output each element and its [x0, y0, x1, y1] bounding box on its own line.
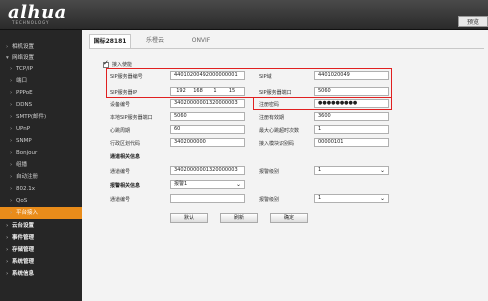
sidebar-item-15[interactable]: › 云台设置	[0, 220, 82, 232]
sidebar-item-label: SNMP	[16, 138, 32, 144]
top-bar: alhua TECHNOLOGY 预览	[0, 0, 488, 30]
main-panel: 国标28181 乐橙云 ONVIF 接入使能 SIP服务器编号 44010200…	[82, 30, 488, 301]
alarm-channel-field[interactable]	[170, 194, 245, 203]
industry-code-field[interactable]: 00000101	[314, 138, 389, 147]
tab-divider	[89, 48, 484, 49]
sidebar-item-label: 平台接入	[16, 210, 39, 216]
sidebar-item-2[interactable]: › TCP/IP	[0, 63, 82, 75]
max-timeout-label: 最大心跳超时次数	[259, 128, 300, 134]
alarm-select[interactable]: 报警1 ⌄	[170, 180, 245, 189]
sidebar-item-12[interactable]: › 802.1x	[0, 183, 82, 195]
sidebar-item-label: 存储管理	[12, 247, 35, 253]
sidebar-item-label: 系统管理	[12, 259, 35, 265]
sidebar-item-label: 组播	[16, 162, 28, 168]
sidebar-item-7[interactable]: › UPnP	[0, 123, 82, 135]
alarm-select-value: 报警1	[174, 181, 188, 187]
sidebar-item-label: 网络设置	[12, 55, 35, 61]
alarm-level-label: 报警级别	[259, 169, 280, 175]
alarm-section-title: 报警相关信息	[110, 183, 141, 189]
sidebar-item-label: 相机设置	[12, 44, 35, 50]
alarm-level-select[interactable]: 1 ⌄	[314, 166, 389, 175]
sidebar-item-4[interactable]: › PPPoE	[0, 87, 82, 99]
sidebar-item-label: PPPoE	[16, 90, 33, 96]
sidebar-item-label: 系统信息	[12, 271, 35, 277]
register-validity-field[interactable]: 3600	[314, 112, 389, 121]
sidebar-item-19[interactable]: › 系统信息	[0, 268, 82, 280]
max-timeout-field[interactable]: 1	[314, 125, 389, 134]
local-sip-port-field[interactable]: 5060	[170, 112, 245, 121]
sidebar-item-16[interactable]: › 事件管理	[0, 232, 82, 244]
sidebar-item-label: 云台设置	[12, 223, 35, 229]
device-id-label: 设备编号	[110, 102, 131, 108]
sidebar-item-label: 端口	[16, 78, 28, 84]
sidebar-item-9[interactable]: › Bonjour	[0, 147, 82, 159]
sidebar-item-label: 自动注册	[16, 174, 39, 180]
sidebar-item-11[interactable]: › 自动注册	[0, 171, 82, 183]
channel-section-title: 通道相关信息	[110, 154, 141, 160]
sidebar-item-13[interactable]: › QoS	[0, 195, 82, 207]
sidebar-item-label: 事件管理	[12, 235, 35, 241]
sidebar-item-10[interactable]: › 组播	[0, 159, 82, 171]
industry-code-label: 接入模块识别码	[259, 141, 295, 147]
sidebar-item-5[interactable]: › DDNS	[0, 99, 82, 111]
sidebar-item-label: TCP/IP	[16, 66, 33, 72]
sidebar-item-label: DDNS	[16, 102, 33, 108]
alarm-level2-label: 报警级别	[259, 197, 280, 203]
device-id-field[interactable]: 34020000001320000003	[170, 99, 245, 108]
sidebar-item-label: SMTP(邮件)	[16, 114, 47, 120]
local-sip-port-label: 本地SIP服务器端口	[110, 115, 153, 121]
chevron-down-icon: ⌄	[379, 195, 385, 202]
alarm-level-value: 1	[318, 167, 322, 173]
chevron-down-icon: ⌄	[235, 181, 241, 188]
alarm-level2-value: 1	[318, 195, 322, 201]
sidebar-item-6[interactable]: › SMTP(邮件)	[0, 111, 82, 123]
highlight-box-password	[253, 97, 392, 110]
highlight-box-sip	[106, 68, 392, 98]
sidebar-item-3[interactable]: › 端口	[0, 75, 82, 87]
register-validity-label: 注册有效期	[259, 115, 285, 121]
enable-label: 接入使能	[112, 62, 133, 68]
tab-lechange-cloud[interactable]: 乐橙云	[135, 34, 175, 48]
channel-id-field[interactable]: 34020000001320000003	[170, 166, 245, 175]
heartbeat-label: 心跳周期	[110, 128, 131, 134]
confirm-button[interactable]: 确定	[270, 213, 308, 223]
channel-id-label: 通道编号	[110, 169, 131, 175]
sidebar-item-label: QoS	[16, 198, 28, 204]
heartbeat-field[interactable]: 60	[170, 125, 245, 134]
chevron-down-icon: ⌄	[379, 167, 385, 174]
sidebar-item-8[interactable]: › SNMP	[0, 135, 82, 147]
region-code-field[interactable]: 3402000000	[170, 138, 245, 147]
default-button[interactable]: 默认	[170, 213, 208, 223]
alarm-channel-label: 通道编号	[110, 197, 131, 203]
tab-gb28181[interactable]: 国标28181	[89, 34, 131, 48]
tab-onvif[interactable]: ONVIF	[181, 34, 221, 48]
sidebar: › 相机设置 ▾ 网络设置 › TCP/IP › 端口 › PPPoE › DDNS › SMTP(邮件)…	[0, 30, 82, 301]
sidebar-item-18[interactable]: › 系统管理	[0, 256, 82, 268]
sidebar-item-label: UPnP	[16, 126, 31, 132]
refresh-button[interactable]: 刷新	[220, 213, 258, 223]
alarm-level2-select[interactable]: 1 ⌄	[314, 194, 389, 203]
sidebar-item-14[interactable]: › 平台接入	[0, 207, 82, 219]
region-code-label: 行政区划代码	[110, 141, 141, 147]
sidebar-item-label: Bonjour	[16, 150, 38, 156]
preview-tab[interactable]: 预览	[458, 16, 488, 27]
sidebar-item-label: 802.1x	[16, 186, 36, 192]
brand-logo-subtitle: TECHNOLOGY	[12, 20, 50, 25]
sidebar-item-17[interactable]: › 存储管理	[0, 244, 82, 256]
